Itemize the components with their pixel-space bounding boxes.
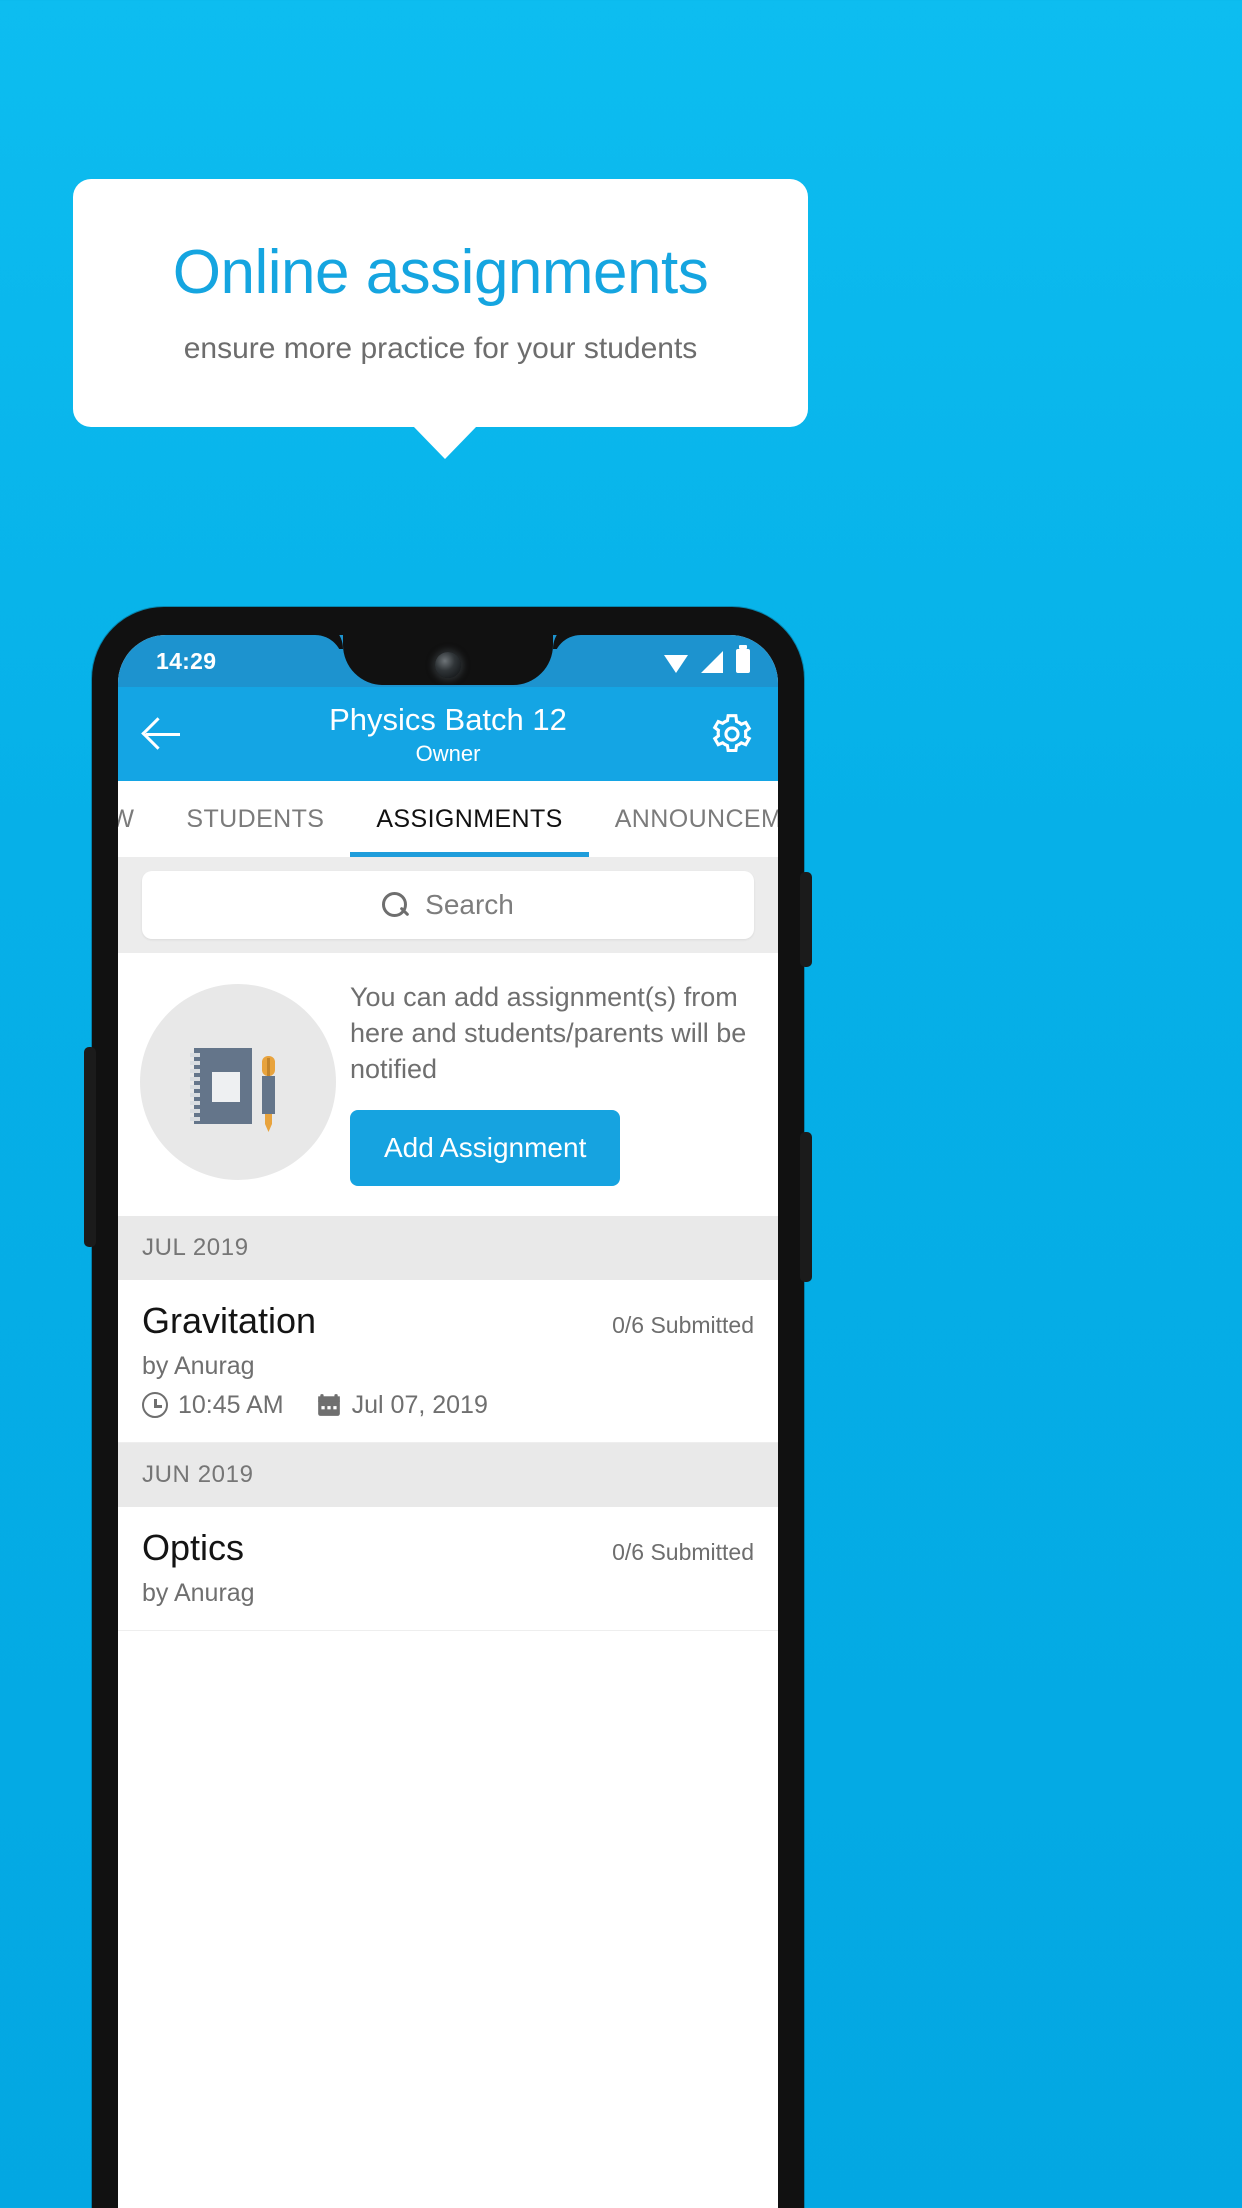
promo-callout: Online assignments ensure more practice … [73, 179, 808, 427]
month-header-jun: JUN 2019 [118, 1442, 778, 1507]
side-button-left[interactable] [84, 1047, 96, 1247]
front-camera-icon [435, 652, 461, 678]
add-assignment-button[interactable]: Add Assignment [350, 1109, 621, 1186]
assignment-submitted-count: 0/6 Submitted [612, 1311, 754, 1338]
volume-button[interactable] [800, 1132, 812, 1282]
clock-icon [142, 1392, 168, 1419]
assignment-time: 10:45 AM [178, 1390, 284, 1419]
tab-students[interactable]: STUDENTS [160, 781, 350, 857]
phone-screen: 14:29 Physics Batch 12 Owner W STUDENTS … [118, 635, 778, 2208]
search-input[interactable]: Search [142, 871, 754, 939]
add-assignment-promo: You can add assignment(s) from here and … [118, 953, 778, 1216]
status-bar: 14:29 [118, 635, 778, 687]
promo-callout-tail [413, 426, 477, 459]
phone-notch [343, 635, 553, 685]
page-title: Physics Batch 12 [329, 701, 567, 737]
assignment-date: Jul 07, 2019 [351, 1390, 488, 1419]
tab-active-indicator [350, 852, 589, 857]
tab-overview[interactable]: IEW [118, 781, 160, 857]
phone-mockup: 14:29 Physics Batch 12 Owner W STUDENTS … [84, 607, 812, 2208]
assignment-title: Gravitation [142, 1299, 317, 1341]
assignment-author: by Anurag [142, 1578, 255, 1607]
promo-description: You can add assignment(s) from here and … [350, 982, 747, 1085]
app-bar: Physics Batch 12 Owner [118, 687, 778, 781]
tab-bar: IEW STUDENTS ASSIGNMENTS ANNOUNCEM [118, 781, 778, 857]
gear-icon[interactable] [710, 712, 754, 756]
assignment-title: Optics [142, 1526, 245, 1568]
tab-announcements[interactable]: ANNOUNCEM [589, 781, 778, 857]
wifi-icon [664, 654, 688, 673]
back-arrow-icon[interactable] [142, 712, 186, 756]
calendar-icon [316, 1392, 342, 1418]
page-subtitle: Owner [415, 740, 481, 766]
tab-assignments[interactable]: ASSIGNMENTS [350, 781, 588, 857]
power-button[interactable] [800, 872, 812, 967]
table-row[interactable]: Gravitation 0/6 Submitted by Anurag 10:4… [118, 1279, 778, 1443]
search-placeholder: Search [425, 889, 514, 920]
signal-icon [701, 651, 723, 673]
table-row[interactable]: Optics 0/6 Submitted by Anurag [118, 1506, 778, 1631]
assignment-submitted-count: 0/6 Submitted [612, 1538, 754, 1565]
search-section: Search [118, 857, 778, 953]
notebook-pen-icon [140, 984, 336, 1181]
promo-title: Online assignments [172, 238, 709, 308]
assignment-author: by Anurag [142, 1351, 255, 1380]
month-header-jul: JUL 2019 [118, 1215, 778, 1280]
promo-subtitle: ensure more practice for your students [183, 331, 698, 365]
battery-icon [736, 645, 750, 673]
search-icon [382, 891, 409, 919]
status-time: 14:29 [156, 647, 217, 674]
